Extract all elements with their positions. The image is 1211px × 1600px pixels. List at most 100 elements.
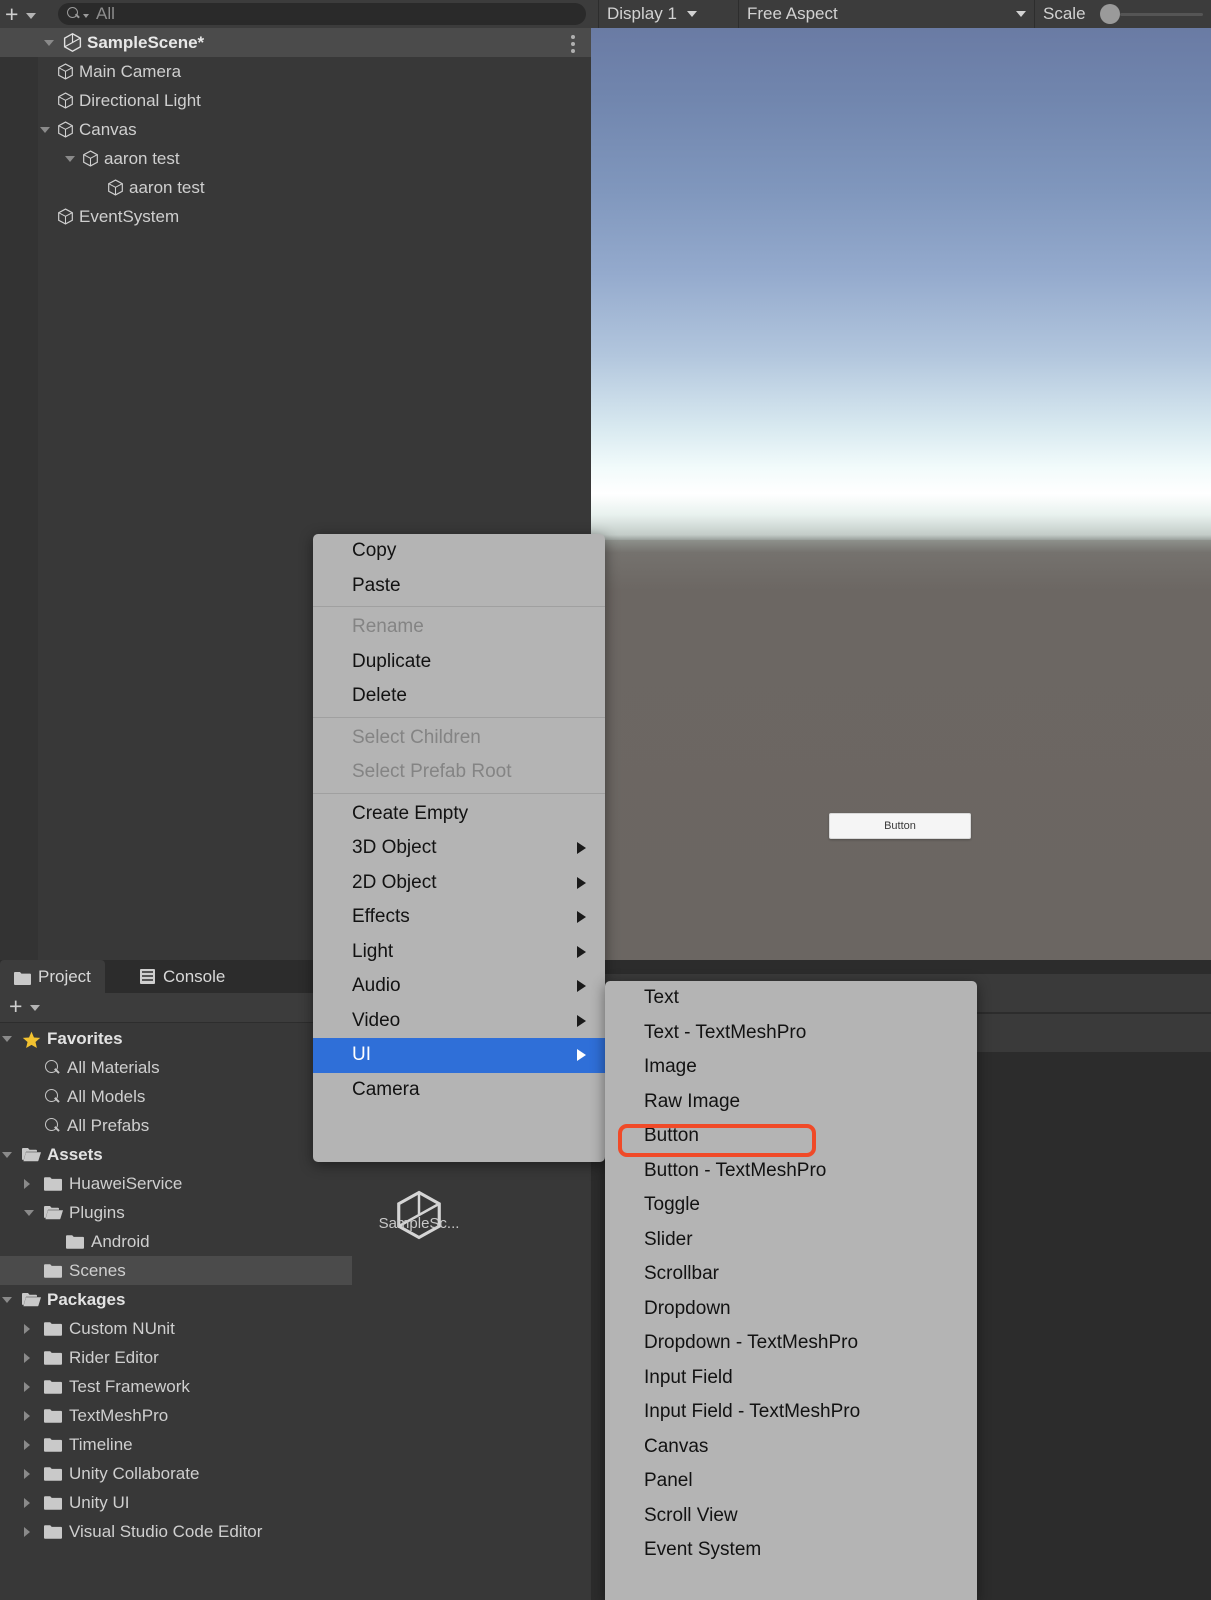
project-add-button[interactable]: +: [9, 995, 22, 1018]
gameobject-cube-icon: [56, 91, 75, 110]
project-item-label: Favorites: [47, 1028, 123, 1048]
chevron-right-icon[interactable]: [24, 1439, 30, 1450]
menu-item-3d-object[interactable]: 3D Object: [313, 831, 605, 866]
hierarchy-search-input[interactable]: All: [58, 3, 586, 25]
kebab-menu-icon[interactable]: [571, 35, 575, 56]
hierarchy-item-aaron-test[interactable]: aaron test: [0, 144, 591, 173]
hierarchy-item-aaron-test[interactable]: aaron test: [0, 173, 591, 202]
add-gameobject-button[interactable]: +: [5, 2, 18, 26]
hierarchy-item-main-camera[interactable]: Main Camera: [0, 57, 591, 86]
game-render-canvas[interactable]: Button: [591, 28, 1211, 960]
menu-item-paste[interactable]: Paste: [313, 569, 605, 604]
submenu-item-dropdown---textmeshpro[interactable]: Dropdown - TextMeshPro: [605, 1326, 977, 1361]
menu-item-select-children: Select Children: [313, 721, 605, 756]
menu-item-label: Select Prefab Root: [352, 761, 512, 783]
menu-item-audio[interactable]: Audio: [313, 969, 605, 1004]
submenu-item-slider[interactable]: Slider: [605, 1223, 977, 1258]
game-view-panel: Display 1 Free Aspect Scale Button: [591, 0, 1211, 960]
asset-thumb-label: SampleSc...: [378, 1215, 460, 1232]
menu-item-effects[interactable]: Effects: [313, 900, 605, 935]
star-icon: [22, 1031, 41, 1049]
submenu-item-label: Scrollbar: [644, 1263, 719, 1285]
scale-slider[interactable]: Scale: [1035, 0, 1211, 28]
menu-item-video[interactable]: Video: [313, 1004, 605, 1039]
folder-icon: [44, 1263, 63, 1278]
context-menu[interactable]: Copy Paste Rename Duplicate Delete Select Chi…: [313, 534, 605, 1162]
submenu-item-text[interactable]: Text: [605, 981, 977, 1016]
expander-placeholder: [24, 1265, 35, 1276]
menu-item-label: UI: [352, 1044, 371, 1066]
submenu-item-panel[interactable]: Panel: [605, 1464, 977, 1499]
submenu-item-canvas[interactable]: Canvas: [605, 1430, 977, 1465]
hierarchy-scene-row[interactable]: SampleScene*: [0, 28, 591, 57]
chevron-right-icon[interactable]: [24, 1352, 30, 1363]
chevron-down-icon[interactable]: [2, 1296, 12, 1303]
menu-item-camera[interactable]: Camera: [313, 1073, 605, 1108]
hierarchy-item-eventsystem[interactable]: EventSystem: [0, 202, 591, 231]
project-item-label: All Materials: [67, 1057, 160, 1077]
tab-console[interactable]: Console: [126, 960, 239, 993]
submenu-item-event-system[interactable]: Event System: [605, 1533, 977, 1568]
rendered-ui-button[interactable]: Button: [829, 813, 971, 839]
project-item-label: All Prefabs: [67, 1115, 150, 1135]
submenu-item-input-field[interactable]: Input Field: [605, 1361, 977, 1396]
chevron-right-icon[interactable]: [24, 1526, 30, 1537]
scale-label: Scale: [1043, 4, 1086, 23]
submenu-item-dropdown[interactable]: Dropdown: [605, 1292, 977, 1327]
chevron-down-icon[interactable]: [40, 126, 50, 133]
submenu-item-input-field---textmeshpro[interactable]: Input Field - TextMeshPro: [605, 1395, 977, 1430]
project-item-label: Scenes: [69, 1260, 126, 1280]
submenu-item-button---textmeshpro[interactable]: Button - TextMeshPro: [605, 1154, 977, 1189]
menu-item-label: Camera: [352, 1078, 420, 1100]
menu-item-2d-object[interactable]: 2D Object: [313, 866, 605, 901]
chevron-right-icon[interactable]: [24, 1323, 30, 1334]
submenu-item-scroll-view[interactable]: Scroll View: [605, 1499, 977, 1534]
menu-item-delete[interactable]: Delete: [313, 679, 605, 714]
project-item-label: Timeline: [69, 1434, 133, 1454]
search-icon: [67, 7, 81, 21]
menu-item-ui[interactable]: UI: [313, 1038, 605, 1073]
submenu-arrow-icon: [577, 1014, 586, 1027]
chevron-down-icon[interactable]: [30, 1005, 40, 1011]
submenu-item-label: Text: [644, 987, 679, 1009]
submenu-item-image[interactable]: Image: [605, 1050, 977, 1085]
menu-item-select-prefab-root: Select Prefab Root: [313, 755, 605, 790]
hierarchy-item-canvas[interactable]: Canvas: [0, 115, 591, 144]
chevron-down-icon[interactable]: [65, 155, 75, 162]
chevron-right-icon[interactable]: [24, 1468, 30, 1479]
tab-project-label: Project: [38, 966, 91, 986]
menu-item-create-empty[interactable]: Create Empty: [313, 797, 605, 832]
aspect-dropdown[interactable]: Free Aspect: [739, 0, 1035, 28]
submenu-item-button[interactable]: Button: [605, 1119, 977, 1154]
hierarchy-item-directional-light[interactable]: Directional Light: [0, 86, 591, 115]
chevron-down-icon[interactable]: [2, 1151, 12, 1158]
hierarchy-item-label: Main Camera: [79, 61, 182, 81]
submenu-item-toggle[interactable]: Toggle: [605, 1188, 977, 1223]
chevron-down-icon[interactable]: [44, 39, 54, 46]
slider-track[interactable]: [1119, 12, 1203, 16]
folder-icon: [44, 1524, 63, 1539]
ui-submenu[interactable]: Text Text - TextMeshPro Image Raw Image Butt…: [605, 981, 977, 1600]
scene-name-label: SampleScene*: [87, 32, 205, 52]
chevron-down-icon[interactable]: [24, 1209, 34, 1216]
project-item-label: Custom NUnit: [69, 1318, 175, 1338]
submenu-item-label: Button - TextMeshPro: [644, 1159, 827, 1181]
submenu-item-label: Event System: [644, 1539, 762, 1561]
chevron-right-icon[interactable]: [24, 1410, 30, 1421]
display-dropdown[interactable]: Display 1: [599, 0, 739, 28]
menu-item-duplicate[interactable]: Duplicate: [313, 645, 605, 680]
project-item-label: Unity Collaborate: [69, 1463, 200, 1483]
tab-project[interactable]: Project: [0, 960, 105, 993]
slider-handle-icon[interactable]: [1099, 4, 1120, 24]
chevron-right-icon[interactable]: [24, 1178, 30, 1189]
menu-item-copy[interactable]: Copy: [313, 534, 605, 569]
chevron-right-icon[interactable]: [24, 1381, 30, 1392]
chevron-right-icon[interactable]: [24, 1497, 30, 1508]
submenu-item-scrollbar[interactable]: Scrollbar: [605, 1257, 977, 1292]
submenu-item-text---textmeshpro[interactable]: Text - TextMeshPro: [605, 1016, 977, 1051]
submenu-item-raw-image[interactable]: Raw Image: [605, 1085, 977, 1120]
chevron-down-icon[interactable]: [26, 12, 37, 19]
project-item-label: Test Framework: [69, 1376, 190, 1396]
chevron-down-icon[interactable]: [2, 1035, 12, 1042]
menu-item-light[interactable]: Light: [313, 935, 605, 970]
